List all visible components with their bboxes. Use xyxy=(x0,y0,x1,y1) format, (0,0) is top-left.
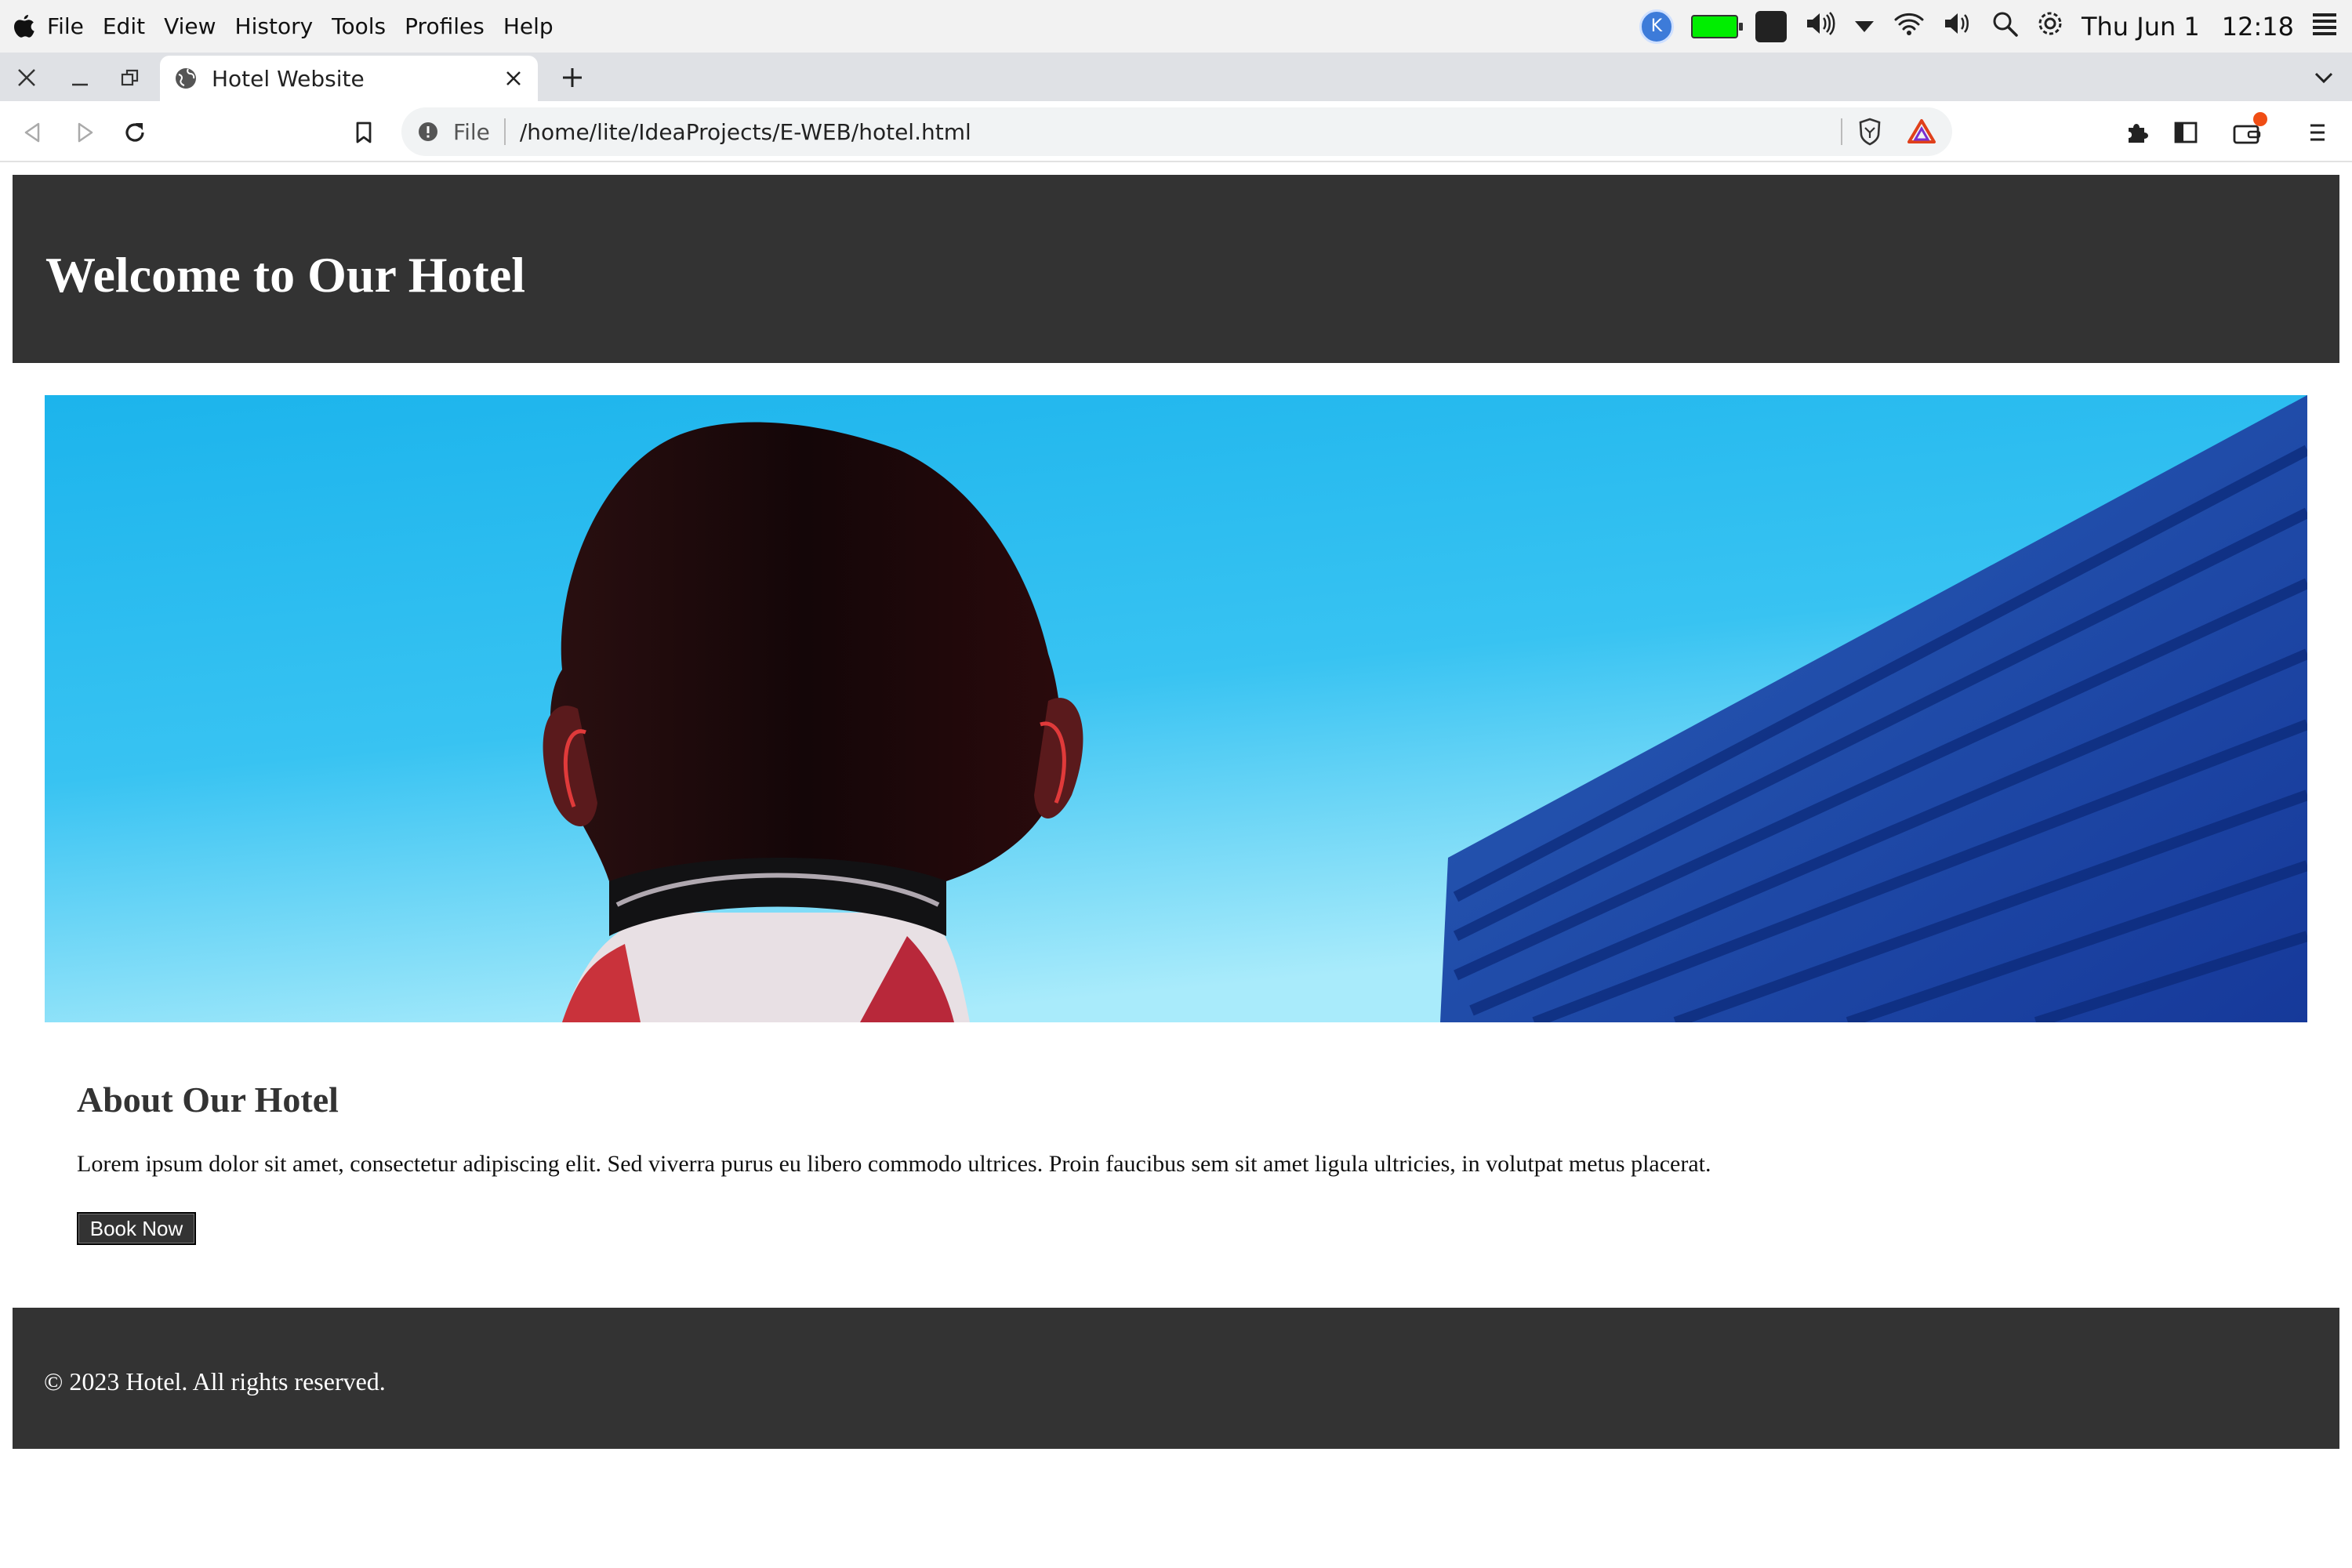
footer-copyright: © 2023 Hotel. All rights reserved. xyxy=(44,1367,386,1396)
menu-profiles[interactable]: Profiles xyxy=(405,13,485,39)
menu-edit[interactable]: Edit xyxy=(103,13,145,39)
apple-icon[interactable] xyxy=(2,13,47,40)
site-footer: © 2023 Hotel. All rights reserved. xyxy=(13,1308,2339,1449)
hero-photo-illustration xyxy=(45,395,2307,1022)
menu-file[interactable]: File xyxy=(47,13,84,39)
new-tab-icon[interactable] xyxy=(557,62,588,93)
dropdown-arrow-icon[interactable] xyxy=(1853,13,1876,39)
forward-icon[interactable] xyxy=(67,115,102,150)
settings-gear-icon[interactable] xyxy=(2036,9,2064,43)
wifi-icon[interactable] xyxy=(1893,11,1925,42)
book-now-button[interactable]: Book Now xyxy=(77,1212,196,1245)
address-bar[interactable]: File /home/lite/IdeaProjects/E-WEB/hotel… xyxy=(401,107,1952,156)
window-minimize-icon[interactable] xyxy=(64,62,96,93)
brave-rewards-icon[interactable] xyxy=(1907,118,1936,151)
url-scheme-label: File xyxy=(453,118,490,145)
about-heading: About Our Hotel xyxy=(77,1080,339,1120)
volume-icon[interactable] xyxy=(1804,10,1835,42)
menubar-clock[interactable]: 12:18 xyxy=(2222,12,2294,42)
hero-image xyxy=(45,395,2307,1022)
tab-close-icon[interactable] xyxy=(500,65,527,92)
site-info-icon[interactable] xyxy=(417,121,439,143)
globe-icon xyxy=(174,67,198,90)
browser-menu-icon[interactable] xyxy=(2300,115,2335,150)
system-menubar: File Edit View History Tools Profiles He… xyxy=(0,0,2352,53)
window-restore-icon[interactable] xyxy=(114,62,146,93)
speaker-icon[interactable] xyxy=(1942,10,1973,42)
url-text[interactable]: /home/lite/IdeaProjects/E-WEB/hotel.html xyxy=(520,119,971,145)
control-center-icon[interactable] xyxy=(2311,11,2338,42)
brave-shields-icon[interactable] xyxy=(1857,118,1883,151)
about-paragraph: Lorem ipsum dolor sit amet, consectetur … xyxy=(77,1151,1711,1177)
wallet-notification-dot xyxy=(2253,112,2267,126)
web-page: Welcome to Our Hotel About Our Hotel Lor… xyxy=(0,163,2352,1568)
menu-help[interactable]: Help xyxy=(503,13,554,39)
omnibox-divider xyxy=(1841,118,1842,145)
menubar-date[interactable]: Thu Jun 1 xyxy=(2082,12,2200,42)
menu-view[interactable]: View xyxy=(164,13,216,39)
menu-tools[interactable]: Tools xyxy=(332,13,386,39)
extensions-puzzle-icon[interactable] xyxy=(2120,115,2154,150)
tab-strip: Hotel Website xyxy=(0,53,2352,101)
site-header: Welcome to Our Hotel xyxy=(13,175,2339,363)
page-title: Welcome to Our Hotel xyxy=(45,247,525,303)
tab-hotel-website[interactable]: Hotel Website xyxy=(160,56,538,101)
bookmark-icon[interactable] xyxy=(347,115,381,150)
sidebar-toggle-icon[interactable] xyxy=(2169,115,2203,150)
tab-title: Hotel Website xyxy=(212,65,365,92)
menu-history[interactable]: History xyxy=(235,13,314,39)
reload-icon[interactable] xyxy=(118,115,152,150)
search-icon[interactable] xyxy=(1991,9,2019,43)
battery-icon[interactable] xyxy=(1690,14,1743,38)
wallet-icon[interactable] xyxy=(2230,112,2267,150)
tab-search-chevron-icon[interactable] xyxy=(2310,64,2338,92)
kde-connect-icon[interactable]: K xyxy=(1639,9,1674,44)
about-section: About Our Hotel Lorem ipsum dolor sit am… xyxy=(77,1082,2311,1178)
browser-toolbar: File /home/lite/IdeaProjects/E-WEB/hotel… xyxy=(0,101,2352,162)
url-separator xyxy=(503,118,506,145)
window-close-icon[interactable] xyxy=(11,62,42,93)
app-tray-icon[interactable] xyxy=(1755,10,1787,42)
system-tray: K Thu Jun 1 12:18 xyxy=(1639,0,2338,53)
back-icon[interactable] xyxy=(16,115,50,150)
